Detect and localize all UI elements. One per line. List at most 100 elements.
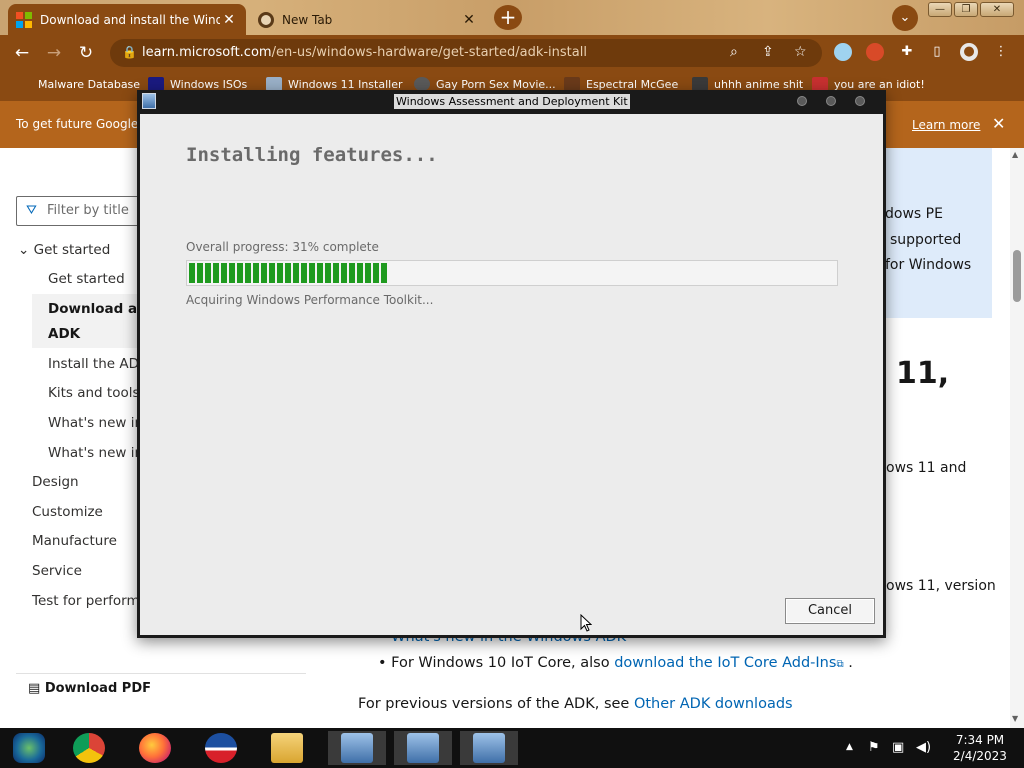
other-adk-downloads-link[interactable]: Other ADK downloads xyxy=(634,696,793,712)
new-tab-button[interactable]: + xyxy=(494,5,522,30)
infobar-message: To get future Google xyxy=(16,117,139,131)
infobar-close-icon[interactable]: ✕ xyxy=(992,114,1005,133)
toc-section-service[interactable]: Service xyxy=(32,563,82,579)
tab-search-chevron-icon[interactable]: ⌄ xyxy=(892,5,918,31)
dialog-body: Installing features... Overall progress:… xyxy=(140,114,883,635)
bookmark-item[interactable]: you are an idiot! xyxy=(812,77,925,91)
reload-button[interactable]: ↻ xyxy=(74,42,98,64)
dialog-maximize-button[interactable] xyxy=(826,96,836,106)
taskbar-adk-setup[interactable] xyxy=(328,731,386,765)
toc-item-whats-new[interactable]: What's new in xyxy=(48,415,143,431)
windows-taskbar: ▲ ⚑ ▣ ◀) 7:34 PM 2/4/2023 xyxy=(0,728,1024,768)
note-text: for Windows xyxy=(885,257,972,273)
note-text: supported xyxy=(890,232,962,248)
section-heading-fragment: 11, xyxy=(896,356,950,391)
toc-section-customize[interactable]: Customize xyxy=(32,504,103,520)
share-icon[interactable]: ⇪ xyxy=(762,44,774,60)
taskbar-chrome[interactable] xyxy=(60,731,118,765)
taskbar-firefox[interactable] xyxy=(126,731,184,765)
url-text: learn.microsoft.com/en-us/windows-hardwa… xyxy=(142,45,587,60)
toc-item-install-adk[interactable]: Install the ADK xyxy=(48,356,148,372)
note-text: dows PE xyxy=(885,206,943,222)
scroll-up-arrow-icon[interactable]: ▲ xyxy=(1012,150,1018,159)
page-scrollbar[interactable]: ▲ ▼ xyxy=(1010,148,1024,728)
scrollbar-thumb[interactable] xyxy=(1013,250,1021,302)
adk-setup-icon xyxy=(142,93,156,109)
toc-section-test[interactable]: Test for performa xyxy=(32,593,148,609)
scroll-down-arrow-icon[interactable]: ▼ xyxy=(1012,714,1018,723)
previous-versions-paragraph: For previous versions of the ADK, see Ot… xyxy=(358,696,793,712)
dialog-minimize-button[interactable] xyxy=(797,96,807,106)
dialog-title: Windows Assessment and Deployment Kit xyxy=(394,94,630,109)
toc-item-download-adk-cont[interactable]: ADK xyxy=(48,326,80,342)
cancel-button[interactable]: Cancel xyxy=(785,598,875,624)
media-center-icon xyxy=(13,733,45,763)
search-icon[interactable]: ⌕ xyxy=(730,44,738,60)
iot-addins-link[interactable]: download the IoT Core Add-Ins xyxy=(614,655,836,671)
adk-setup-icon xyxy=(341,733,373,763)
toc-item-get-started[interactable]: Get started xyxy=(48,271,125,287)
adk-installer-window: Windows Assessment and Deployment Kit In… xyxy=(137,90,886,638)
toc-section-design[interactable]: Design xyxy=(32,474,79,490)
address-bar[interactable]: 🔒 learn.microsoft.com/en-us/windows-hard… xyxy=(110,39,822,67)
profile-avatar-icon[interactable]: ● xyxy=(960,43,978,61)
network-icon[interactable]: ▣ xyxy=(892,740,904,755)
lock-icon: 🔒 xyxy=(122,45,137,59)
bookmark-item[interactable]: Windows ISOs xyxy=(148,77,247,91)
minimize-button[interactable]: — xyxy=(928,2,952,17)
folder-icon xyxy=(271,733,303,763)
body-text-fragment: ows 11 and xyxy=(886,460,967,476)
action-center-flag-icon[interactable]: ⚑ xyxy=(868,740,880,755)
download-pdf-link[interactable]: ▤ Download PDF xyxy=(28,681,151,696)
menu-kebab-icon[interactable]: ⋮ xyxy=(992,43,1010,61)
back-button[interactable]: ← xyxy=(10,42,34,64)
toc-section-manufacture[interactable]: Manufacture xyxy=(32,533,117,549)
volume-icon[interactable]: ◀) xyxy=(916,740,931,755)
divider xyxy=(16,673,306,674)
taskbar-adk-setup[interactable] xyxy=(394,731,452,765)
dialog-close-button[interactable] xyxy=(855,96,865,106)
bookmark-item[interactable]: Espectral McGee xyxy=(564,77,678,91)
taskbar-obama-logo[interactable] xyxy=(192,731,250,765)
list-item: • For Windows 10 IoT Core, also download… xyxy=(378,655,853,671)
uk-flag-bookmark-icon xyxy=(812,77,828,91)
flag-extension-icon[interactable] xyxy=(834,43,852,61)
chrome-icon xyxy=(73,733,105,763)
bookmark-star-icon[interactable]: ☆ xyxy=(794,44,807,60)
globe-bookmark-icon xyxy=(414,77,430,91)
bookmark-item[interactable]: Malware Database xyxy=(20,77,140,91)
bookmark-item[interactable]: uhhh anime shit xyxy=(692,77,803,91)
taskbar-adk-setup[interactable] xyxy=(460,731,518,765)
bookmark-item[interactable]: Windows 11 Installer xyxy=(266,77,403,91)
bookmark-item[interactable]: Gay Porn Sex Movie... xyxy=(414,77,556,91)
taskbar-windows-media-center[interactable] xyxy=(0,731,58,765)
forward-button[interactable]: → xyxy=(42,42,66,64)
tab-title: Download and install the Windows xyxy=(40,12,220,27)
toc-group-get-started[interactable]: ⌄ Get started xyxy=(18,242,110,258)
avatar-extension-icon[interactable] xyxy=(866,43,884,61)
tab-new-tab[interactable]: New Tab ✕ xyxy=(250,4,486,35)
microsoft-logo-icon xyxy=(16,11,32,28)
tab-close-icon[interactable]: ✕ xyxy=(220,12,238,28)
chrome-favicon-icon xyxy=(258,11,274,28)
character-bookmark-icon xyxy=(564,77,580,91)
extensions-puzzle-icon[interactable]: ✚ xyxy=(898,43,916,61)
mouse-cursor-icon xyxy=(580,614,592,632)
taskbar-file-explorer[interactable] xyxy=(258,731,316,765)
toc-item-whats-new-2[interactable]: What's new in xyxy=(48,445,143,461)
tray-show-hidden-icon[interactable]: ▲ xyxy=(846,742,853,752)
progress-fill xyxy=(189,263,389,283)
learn-more-link[interactable]: Learn more xyxy=(912,118,980,132)
installing-heading: Installing features... xyxy=(186,144,438,166)
taskbar-clock[interactable]: 7:34 PM 2/4/2023 xyxy=(948,732,1012,764)
dialog-titlebar[interactable]: Windows Assessment and Deployment Kit xyxy=(137,90,886,112)
tab-close-icon[interactable]: ✕ xyxy=(460,12,478,28)
adk-setup-icon xyxy=(473,733,505,763)
close-window-button[interactable]: ✕ xyxy=(980,2,1014,17)
side-panel-icon[interactable]: ▯ xyxy=(928,43,946,61)
overall-progress-label: Overall progress: 31% complete xyxy=(186,240,379,254)
toc-item-download-adk[interactable]: Download an xyxy=(48,301,147,317)
tab-adk-install[interactable]: Download and install the Windows ✕ xyxy=(8,4,246,35)
filter-input[interactable]: ⛛ Filter by title xyxy=(16,196,156,226)
maximize-button[interactable]: ❐ xyxy=(954,2,978,17)
